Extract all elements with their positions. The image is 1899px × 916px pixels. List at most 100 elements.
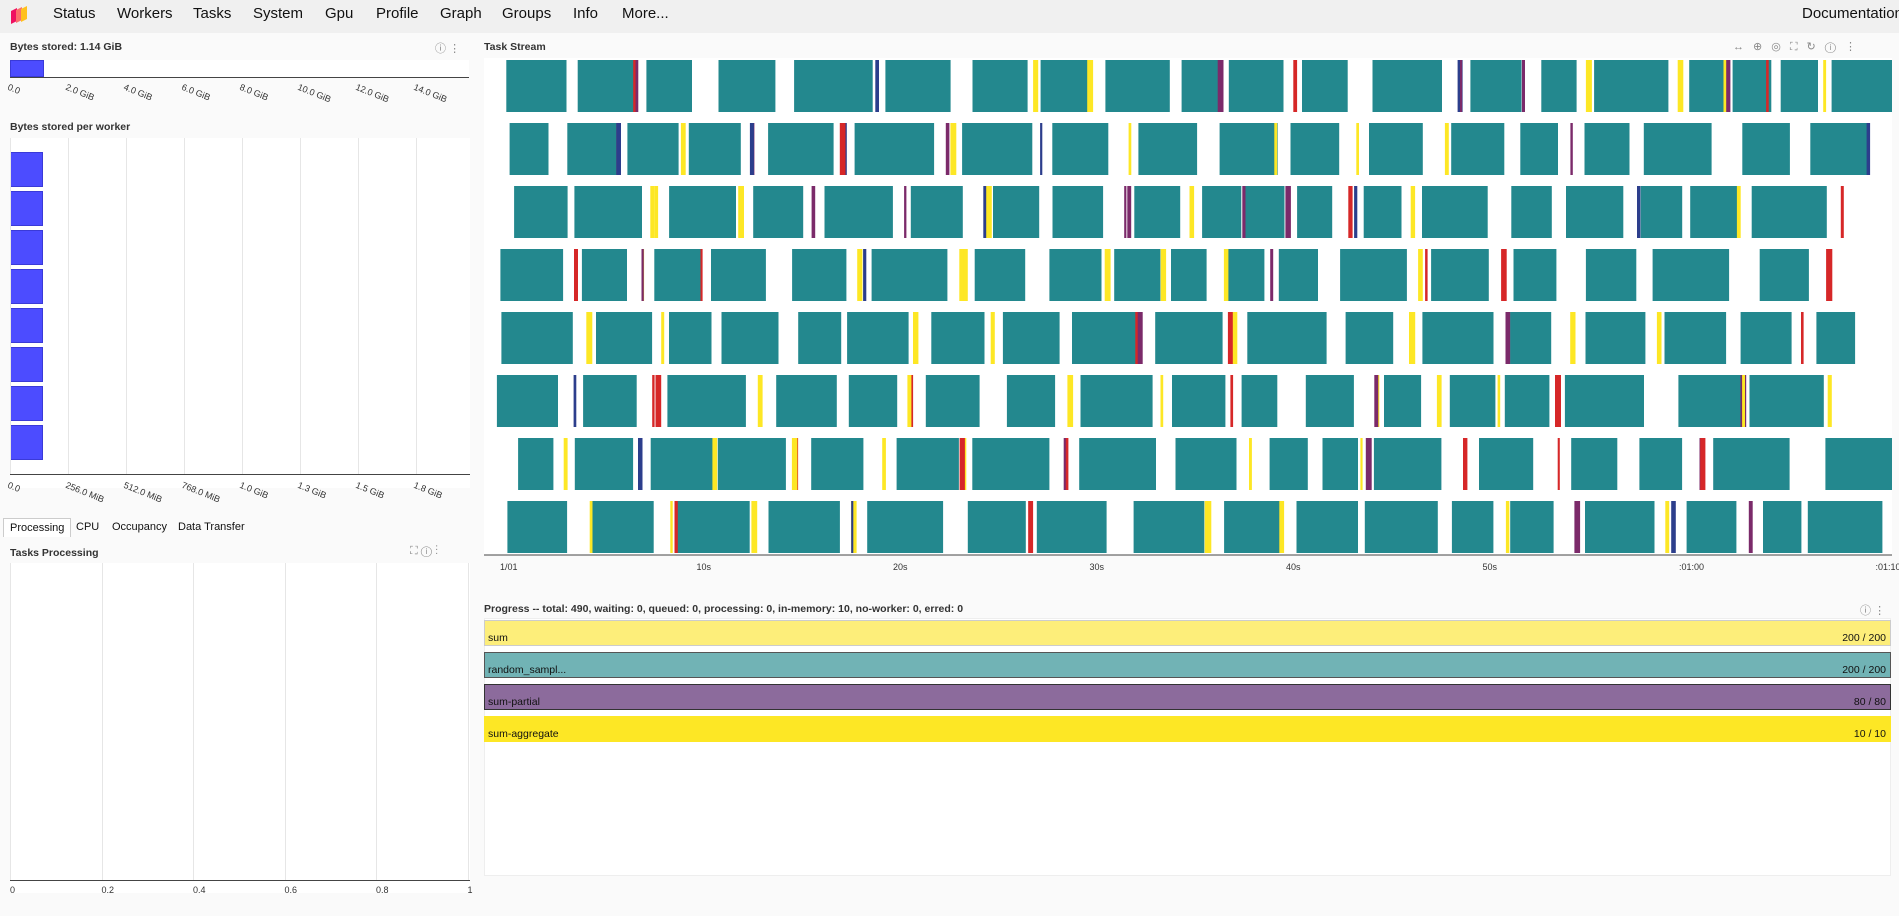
bytes-stored-title: Bytes stored: 1.14 GiB [10, 41, 123, 53]
task-bar-random-sample [1302, 60, 1348, 112]
grid-line [68, 138, 69, 474]
task-bar-random-sample [1171, 249, 1207, 301]
nav-status[interactable]: Status [53, 5, 96, 22]
tick-label: 20s [893, 562, 908, 572]
worker-bar [10, 230, 43, 265]
task-bar-random-sample [1690, 186, 1740, 238]
task-bar-small [1067, 375, 1074, 427]
task-bar-random-sample [1384, 375, 1422, 427]
help-icon[interactable]: ⓘ [1860, 605, 1871, 617]
nav-gpu[interactable]: Gpu [325, 5, 353, 22]
task-bar-small [712, 438, 718, 490]
task-bar-random-sample [581, 249, 627, 301]
task-bar-random-sample [1740, 312, 1792, 364]
zoom-icon[interactable]: ⊕ [1753, 41, 1771, 53]
task-bar-small [1505, 312, 1511, 364]
more-icon[interactable]: ⋮ [1845, 41, 1865, 53]
task-bar-random-sample [1202, 186, 1242, 238]
task-bar-random-sample [1228, 60, 1284, 112]
progress-fill [484, 652, 1891, 678]
task-bar-small [635, 60, 639, 112]
tab-occupancy[interactable]: Occupancy [106, 518, 173, 536]
task-bar-random-sample [1451, 501, 1494, 553]
dask-logo-icon[interactable] [9, 6, 29, 26]
bytes-stored-chart: 0.0 2.0 GiB 4.0 GiB 6.0 GiB 8.0 GiB 10.0 GiB 1… [6, 58, 470, 108]
more-icon[interactable]: ⋮ [1874, 605, 1885, 617]
progress-row-sum: sum 200 / 200 [484, 620, 1891, 646]
task-bar-random-sample [1504, 375, 1550, 427]
task-bar-random-sample [1470, 60, 1522, 112]
task-bar-random-sample [1594, 60, 1669, 112]
tab-processing[interactable]: Processing [3, 518, 72, 537]
more-icon[interactable]: ⋮ [435, 545, 438, 557]
task-bar-small [1285, 186, 1291, 238]
task-bar-small [1418, 249, 1423, 301]
task-bar-random-sample [596, 312, 653, 364]
nav-system[interactable]: System [253, 5, 303, 22]
task-bar-random-sample [500, 249, 564, 301]
tap-tool-icon[interactable]: ⛶ [410, 545, 418, 557]
task-bar-random-sample [768, 501, 840, 553]
task-bar-random-sample [1345, 312, 1394, 364]
task-bar-random-sample [1520, 123, 1558, 175]
pan-icon[interactable]: ↔ [1733, 41, 1753, 53]
nav-info[interactable]: Info [573, 5, 598, 22]
task-bar-random-sample [847, 312, 909, 364]
nav-tasks[interactable]: Tasks [193, 5, 231, 22]
nav-graph[interactable]: Graph [440, 5, 482, 22]
help-icon[interactable]: ⓘ [421, 545, 432, 557]
task-bar-small [1065, 438, 1069, 490]
grid-line [242, 138, 243, 474]
nav-workers[interactable]: Workers [117, 5, 173, 22]
task-bar-random-sample [1759, 249, 1809, 301]
nav-documentation[interactable]: Documentation [1802, 5, 1899, 22]
wheel-zoom-icon[interactable]: ◎ [1771, 41, 1790, 53]
help-icon[interactable]: ⓘ [1825, 41, 1845, 53]
task-bar-random-sample [577, 60, 636, 112]
task-bar-random-sample [1373, 438, 1442, 490]
task-bar-random-sample [1172, 375, 1226, 427]
task-bar-small [573, 375, 577, 427]
progress-name: sum-partial [488, 696, 540, 708]
task-bar-random-sample [1322, 438, 1358, 490]
nav-more[interactable]: More... [622, 5, 669, 22]
reset-icon[interactable]: ↻ [1807, 41, 1825, 53]
task-bar-random-sample [1564, 375, 1644, 427]
task-stream-chart[interactable]: 1/01 10s 20s 30s 40s 50s:01:00:01:10 [484, 58, 1899, 572]
task-bar-small [652, 375, 655, 427]
task-bar-random-sample [583, 375, 637, 427]
nav-profile[interactable]: Profile [376, 5, 419, 22]
tasks-processing-title: Tasks Processing [10, 547, 99, 559]
task-bar-random-sample [1052, 186, 1104, 238]
task-bar-small [1348, 186, 1353, 238]
task-bar-small [681, 123, 686, 175]
more-icon[interactable]: ⋮ [449, 43, 460, 55]
task-bar-small [1665, 501, 1670, 553]
nav-groups[interactable]: Groups [502, 5, 551, 22]
progress-count: 80 / 80 [1853, 696, 1886, 708]
task-bar-small [1766, 60, 1769, 112]
task-bar-random-sample [1584, 123, 1630, 175]
task-bar-random-sample [896, 438, 959, 490]
tick-label: 768.0 MiB [180, 480, 222, 505]
tick-label: 14.0 GiB [412, 82, 449, 105]
help-icon[interactable]: ⓘ [435, 43, 446, 55]
task-bar-random-sample [885, 60, 951, 112]
tick-label: 30s [1089, 562, 1105, 572]
task-bar-random-sample [1241, 375, 1278, 427]
worker-bar [10, 386, 43, 421]
task-bar-small [1374, 375, 1379, 427]
tap-icon[interactable]: ⛶ [1790, 41, 1807, 53]
task-bar-random-sample [1278, 249, 1318, 301]
worker-bar [10, 191, 43, 226]
task-bar-small [638, 438, 643, 490]
task-bar-small [1557, 438, 1560, 490]
tick-label: 1.0 GiB [238, 480, 270, 501]
task-bar-small [655, 375, 662, 427]
tab-data-transfer[interactable]: Data Transfer [172, 518, 251, 536]
tab-cpu[interactable]: CPU [70, 518, 105, 536]
task-bar-small [654, 186, 659, 238]
task-bar-random-sample [1155, 312, 1223, 364]
task-bar-random-sample [1831, 60, 1892, 112]
grid-line [467, 563, 469, 880]
